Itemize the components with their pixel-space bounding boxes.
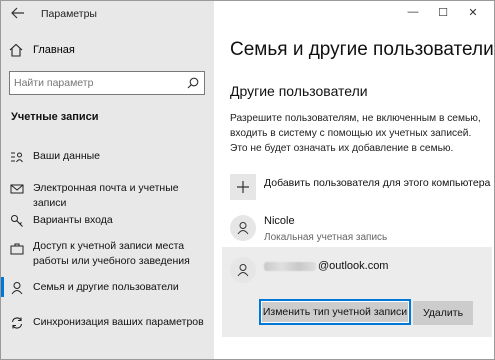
user-item-outlook[interactable]: @outlook.com xyxy=(230,257,492,285)
app-title: Параметры xyxy=(41,8,97,20)
search-input[interactable] xyxy=(14,75,182,91)
sidebar-item-label: Варианты входа xyxy=(33,214,113,226)
change-account-type-button[interactable]: Изменить тип учетной записи xyxy=(259,299,411,325)
home-icon xyxy=(9,43,23,57)
briefcase-icon xyxy=(10,243,24,255)
sidebar-item-label: Доступ к учетной записи места работы или… xyxy=(33,240,190,267)
maximize-button[interactable]: ☐ xyxy=(428,3,458,21)
search-icon[interactable] xyxy=(187,77,199,89)
add-user-button[interactable]: Добавить пользователя для этого компьюте… xyxy=(230,173,490,201)
person-icon xyxy=(11,282,23,295)
sidebar-item-label: Синхронизация ваших параметров xyxy=(33,316,204,328)
other-users-description: Разрешите пользователям, не включенным в… xyxy=(230,113,481,154)
mail-icon xyxy=(10,184,24,194)
back-arrow-icon[interactable] xyxy=(11,7,25,19)
home-link[interactable]: Главная xyxy=(9,41,75,59)
delete-user-button[interactable]: Удалить xyxy=(413,301,473,325)
contact-card-icon xyxy=(11,152,23,163)
page-title: Семья и другие пользователи xyxy=(230,39,494,60)
selected-indicator xyxy=(1,277,4,297)
user-account-type: Локальная учетная запись xyxy=(264,232,388,243)
search-box[interactable] xyxy=(9,71,205,95)
user-item-nicole[interactable]: Nicole Локальная учетная запись xyxy=(230,215,492,245)
sidebar-item-sync-settings[interactable]: Синхронизация ваших параметров xyxy=(1,315,214,339)
redacted-email-prefix xyxy=(264,261,316,271)
plus-icon xyxy=(230,174,256,200)
add-user-label: Добавить пользователя для этого компьюте… xyxy=(264,177,491,189)
user-name: Nicole xyxy=(264,215,295,227)
close-button[interactable]: ✕ xyxy=(458,3,488,21)
other-users-heading: Другие пользователи xyxy=(230,83,368,99)
sidebar-item-sign-in-options[interactable]: Варианты входа xyxy=(1,213,214,237)
main-content: — ☐ ✕ Семья и другие пользователи Другие… xyxy=(214,1,494,359)
sidebar: Параметры Главная Учетные записи Ваши да… xyxy=(1,1,214,359)
settings-window: Параметры Главная Учетные записи Ваши да… xyxy=(0,0,495,360)
user-email-domain: @outlook.com xyxy=(318,260,389,272)
sidebar-item-family-users[interactable]: Семья и другие пользователи xyxy=(1,277,214,304)
sidebar-item-your-info[interactable]: Ваши данные xyxy=(1,149,214,173)
sidebar-item-label: Ваши данные xyxy=(33,150,100,162)
sync-icon xyxy=(11,317,23,329)
user-avatar-icon xyxy=(230,215,256,241)
user-avatar-icon xyxy=(230,257,256,283)
home-label: Главная xyxy=(33,44,75,56)
sidebar-item-label: Семья и другие пользователи xyxy=(33,281,179,293)
sidebar-item-email-accounts[interactable]: Электронная почта и учетные записи xyxy=(1,181,214,209)
window-controls: — ☐ ✕ xyxy=(398,3,488,21)
section-title: Учетные записи xyxy=(11,111,99,123)
sidebar-item-work-access[interactable]: Доступ к учетной записи места работы или… xyxy=(1,239,214,273)
minimize-button[interactable]: — xyxy=(398,3,428,21)
sidebar-item-label: Электронная почта и учетные записи xyxy=(33,182,179,209)
user-name: @outlook.com xyxy=(264,260,388,272)
key-icon xyxy=(11,215,23,227)
